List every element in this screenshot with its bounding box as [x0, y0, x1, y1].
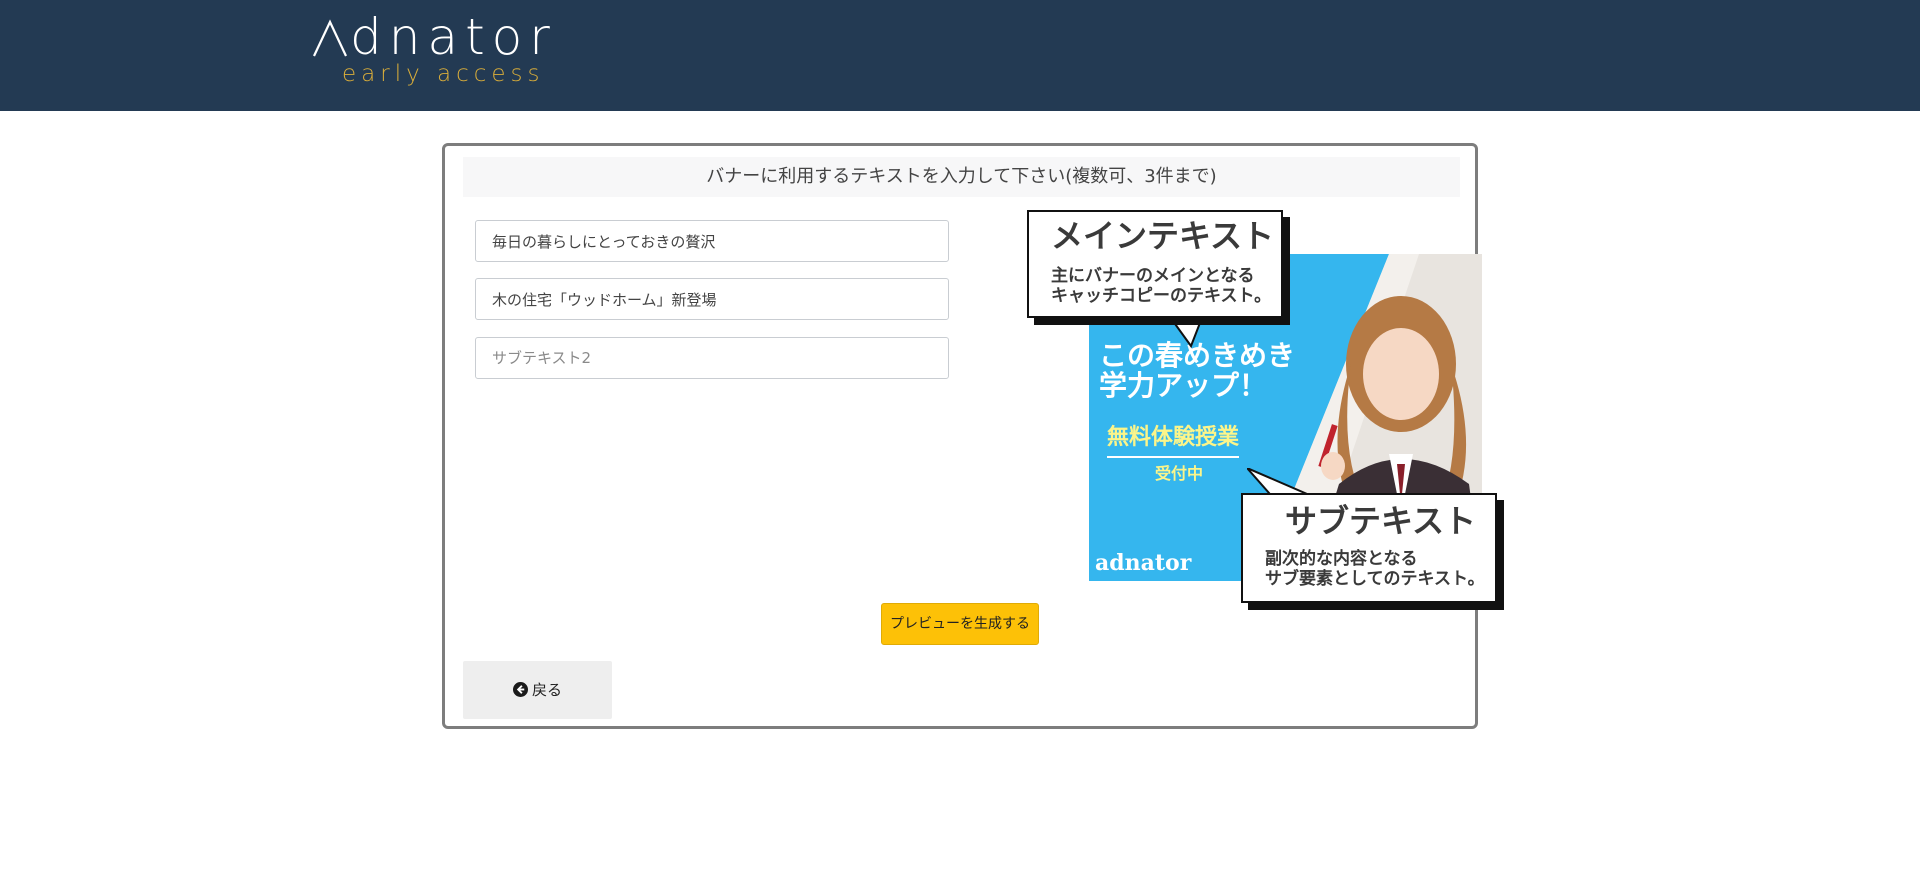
main-callout-title: メインテキスト	[1051, 217, 1275, 255]
adnator-logo[interactable]: dnator early access	[312, 12, 568, 92]
banner-guide-illustration: この春めきめき 学力アップ！ 無料体験授業 受付中 adnator メインテキス…	[1027, 210, 1497, 622]
sub-callout-line-1: 副次的な内容となる	[1265, 549, 1418, 569]
back-button[interactable]: 戻る	[463, 661, 612, 719]
main-callout-body: 主にバナーのメインとなる キャッチコピーのテキスト。	[1051, 266, 1281, 306]
sub-callout-line-2: サブ要素としてのテキスト。	[1265, 569, 1485, 589]
ad-free-trial: 無料体験授業	[1107, 424, 1240, 458]
sub-text-2-input[interactable]	[475, 337, 949, 379]
main-text-callout: メインテキスト 主にバナーのメインとなる キャッチコピーのテキスト。	[1027, 210, 1283, 318]
card-title: バナーに利用するテキストを入力して下さい(複数可、3件まで)	[463, 157, 1460, 197]
lambda-a-logo-icon	[313, 19, 347, 57]
sub-callout-title: サブテキスト	[1285, 502, 1477, 540]
sub-text-callout: サブテキスト 副次的な内容となる サブ要素としてのテキスト。	[1241, 493, 1497, 603]
logo-wordmark: dnator	[312, 12, 557, 62]
main-text-input[interactable]	[475, 220, 949, 262]
banner-text-card: バナーに利用するテキストを入力して下さい(複数可、3件まで) この春めきめき 学…	[442, 143, 1497, 729]
arrow-circle-left-icon	[512, 682, 528, 697]
main-callout-line-1: 主にバナーのメインとなる	[1051, 266, 1255, 286]
logo-wordmark-text: dnator	[350, 8, 557, 66]
generate-preview-button[interactable]: プレビューを生成する	[881, 603, 1039, 645]
sub-text-1-input[interactable]	[475, 278, 949, 320]
ad-brand-logo: adnator	[1095, 550, 1192, 576]
ad-accepting: 受付中	[1155, 464, 1204, 483]
logo-subtitle: early access	[342, 61, 545, 87]
back-button-label: 戻る	[531, 681, 562, 699]
main-callout-line-2: キャッチコピーのテキスト。	[1051, 286, 1272, 306]
ad-headline-2: 学力アップ！	[1099, 369, 1268, 402]
app-header: dnator early access	[0, 0, 1920, 111]
sub-callout-body: 副次的な内容となる サブ要素としてのテキスト。	[1265, 549, 1495, 589]
